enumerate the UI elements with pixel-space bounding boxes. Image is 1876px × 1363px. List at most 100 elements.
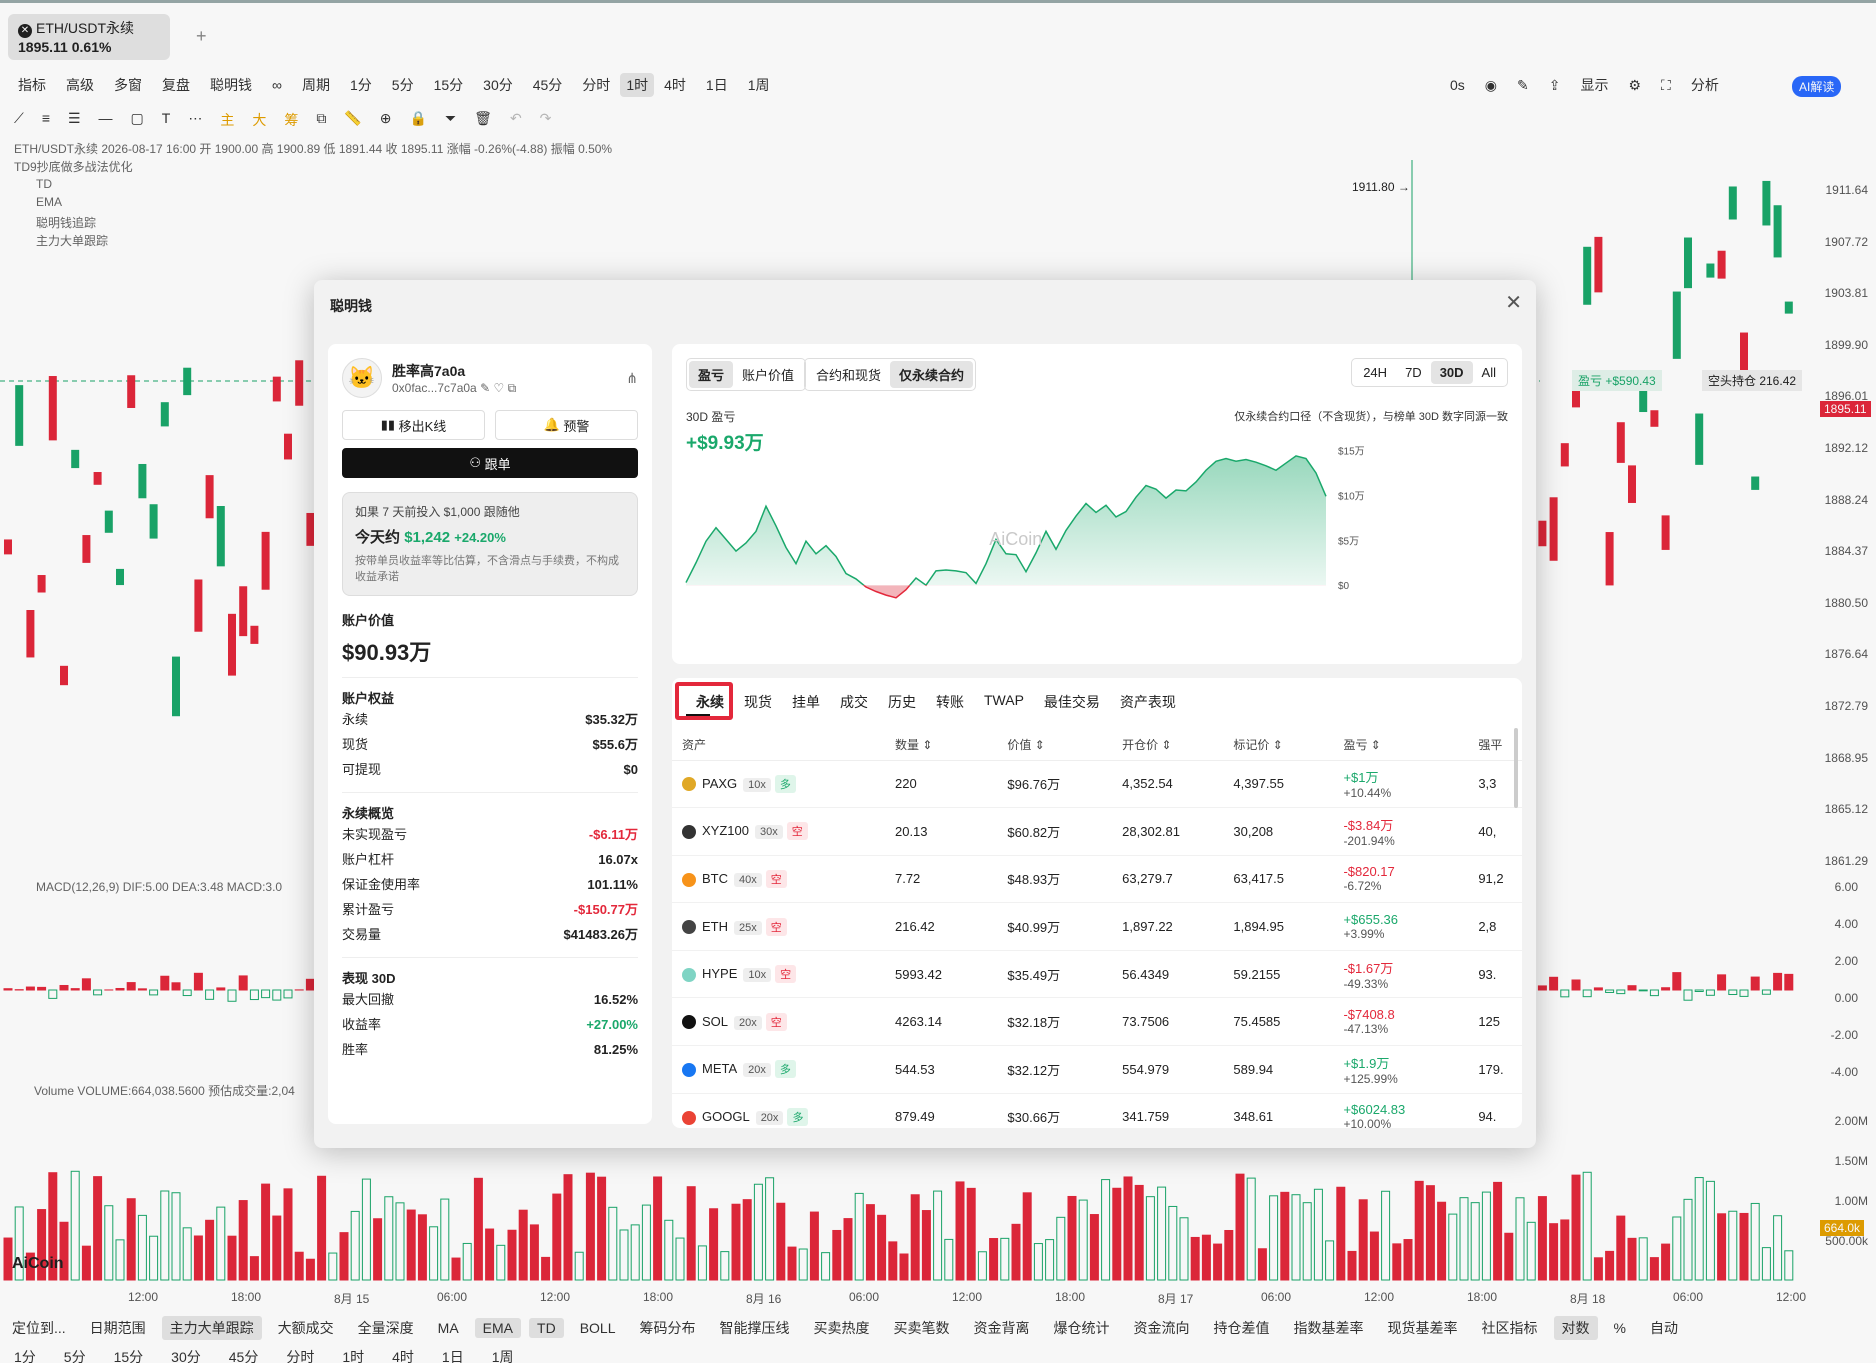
coin-icon: [682, 1062, 696, 1077]
stat-value: $35.32万: [585, 712, 638, 727]
equity-title: 账户权益: [342, 691, 395, 706]
stat-value: +27.00%: [586, 1017, 638, 1032]
copy-simulation-card: 如果 7 天前投入 $1,000 跟随他 今天约 $1,242 +24.20% …: [342, 492, 638, 596]
account-value: $90.93万: [342, 640, 432, 665]
pnl-percent: +10.00%: [1343, 1117, 1392, 1128]
positions-tab[interactable]: 转账: [926, 692, 974, 712]
pnl-amount: -$3.84万: [1343, 817, 1394, 833]
qty-cell: 216.42: [884, 902, 998, 951]
pnl-area-positive: [686, 455, 1326, 586]
positions-tab[interactable]: 最佳交易: [1034, 692, 1110, 712]
trader-profile-panel: 🐱 胜率高7a0a 0x0fac...7c7a0a ✎ ♡ ⧉ ⋔ ▮▮ 移出K…: [328, 344, 652, 1124]
copy-icon[interactable]: ⧉: [508, 381, 517, 395]
remove-kline-button[interactable]: ▮▮ 移出K线: [342, 410, 485, 440]
leverage-badge: 20x: [734, 1015, 762, 1030]
liq-cell: 125: [1468, 997, 1522, 1047]
positions-tab[interactable]: 历史: [878, 692, 926, 712]
mark-cell: 589.94: [1223, 1045, 1334, 1094]
column-header[interactable]: 开仓价 ⇕: [1112, 730, 1224, 761]
entry-cell: 4,352.54: [1112, 760, 1224, 809]
direction-badge: 空: [775, 965, 797, 984]
stat-value: -$6.11万: [588, 827, 638, 842]
tab-perp-only[interactable]: 仅永续合约: [890, 361, 974, 388]
tab-all-contracts[interactable]: 合约和现货: [807, 361, 890, 388]
asset-name: XYZ100: [702, 823, 749, 839]
pnl-amount: +$1万: [1343, 770, 1379, 786]
share-icon[interactable]: ⋔: [626, 370, 638, 387]
range-all[interactable]: All: [1473, 361, 1505, 384]
position-row[interactable]: BTC 40x 空 7.72 $48.93万 63,279.7 63,417.5 -$820.…: [672, 855, 1522, 904]
entry-cell: 28,302.81: [1112, 807, 1224, 856]
follow-button[interactable]: ⚇ 跟单: [342, 448, 638, 478]
column-header[interactable]: 盈亏 ⇕: [1333, 730, 1469, 761]
edit-icon[interactable]: ✎: [480, 381, 490, 395]
stat-row: 交易量 $41483.26万: [342, 922, 638, 947]
range-tabs: 24H 7D 30D All: [1351, 358, 1508, 387]
column-header[interactable]: 价值 ⇕: [997, 730, 1113, 761]
pnl-percent: +10.44%: [1343, 786, 1392, 801]
pnl-percent: +125.99%: [1343, 1071, 1398, 1086]
direction-badge: 空: [786, 822, 808, 841]
direction-badge: 空: [765, 1012, 787, 1031]
qty-cell: 220: [884, 760, 998, 809]
scope-tabs: 合约和现货 仅永续合约: [804, 358, 977, 391]
pnl-amount: +$655.36: [1343, 912, 1399, 928]
stat-label: 交易量: [342, 927, 382, 942]
pnl-chart-card: 盈亏 账户价值 合约和现货 仅永续合约 24H 7D 30D All 30D 盈…: [672, 344, 1522, 664]
position-row[interactable]: XYZ100 30x 空 20.13 $60.82万 28,302.81 30,208 -$3…: [672, 807, 1522, 856]
positions-tab[interactable]: 资产表现: [1110, 692, 1186, 712]
stat-value: 101.11%: [587, 877, 638, 892]
range-7d[interactable]: 7D: [1396, 361, 1431, 384]
stat-row: 永续 $35.32万: [342, 707, 638, 732]
asset-cell: ETH 25x 空: [672, 902, 885, 951]
position-row[interactable]: PAXG 10x 多 220 $96.76万 4,352.54 4,397.55 +$1万 +1…: [672, 760, 1522, 809]
range-30d[interactable]: 30D: [1430, 361, 1473, 384]
asset-name: META: [702, 1061, 738, 1077]
asset-cell: SOL 20x 空: [672, 997, 885, 1047]
stat-row: 现货 $55.6万: [342, 732, 638, 757]
position-row[interactable]: GOOGL 20x 多 879.49 $30.66万 341.759 348.61 +$602…: [672, 1093, 1522, 1128]
alert-button[interactable]: 🔔 预警: [495, 410, 638, 440]
pnl-area-chart[interactable]: $15万 $10万 $5万 $0 AiCoin: [682, 436, 1512, 636]
pnl-y-tick: $10万: [1338, 491, 1365, 502]
heart-icon[interactable]: ♡: [493, 381, 504, 395]
positions-tab[interactable]: 挂单: [782, 692, 830, 712]
stat-row: 保证金使用率 101.11%: [342, 872, 638, 897]
pnl-amount: +$1.9万: [1343, 1055, 1390, 1071]
pnl-percent: +3.99%: [1343, 927, 1385, 942]
stat-value: 81.25%: [593, 1042, 638, 1057]
column-header[interactable]: 资产: [672, 730, 885, 761]
mark-cell: 1,894.95: [1223, 902, 1334, 951]
position-row[interactable]: ETH 25x 空 216.42 $40.99万 1,897.22 1,894.95 +$65…: [672, 902, 1522, 951]
table-scrollbar[interactable]: [1514, 728, 1518, 808]
asset-name: PAXG: [702, 775, 738, 791]
trader-name: 胜率高7a0a: [392, 362, 466, 379]
stat-label: 永续: [342, 712, 369, 727]
value-cell: $96.76万: [997, 760, 1113, 809]
direction-badge: 空: [765, 917, 787, 936]
positions-tab[interactable]: TWAP: [974, 692, 1034, 712]
position-row[interactable]: META 20x 多 544.53 $32.12万 554.979 589.94 +$1.9万…: [672, 1045, 1522, 1094]
asset-cell: HYPE 10x 空: [672, 950, 885, 999]
stat-label: 累计盈亏: [342, 902, 395, 917]
position-row[interactable]: SOL 20x 空 4263.14 $32.18万 73.7506 75.4585 -$740…: [672, 997, 1522, 1047]
stat-value: $41483.26万: [563, 927, 638, 942]
tab-account-value[interactable]: 账户价值: [733, 361, 803, 388]
column-header[interactable]: 数量 ⇕: [884, 730, 998, 761]
account-value-label: 账户价值: [342, 613, 395, 628]
liq-cell: 2,8: [1468, 902, 1522, 951]
perf-title: 表现 30D: [342, 971, 396, 986]
pnl-y-tick: $5万: [1338, 536, 1359, 547]
range-24h[interactable]: 24H: [1354, 361, 1396, 384]
stat-value: $0: [623, 762, 638, 777]
close-icon[interactable]: ✕: [1505, 290, 1522, 315]
stat-row: 可提现 $0: [342, 757, 638, 782]
tab-pnl[interactable]: 盈亏: [689, 361, 734, 388]
positions-tab[interactable]: 现货: [734, 692, 782, 712]
column-header[interactable]: 标记价 ⇕: [1223, 730, 1334, 761]
qty-cell: 544.53: [884, 1045, 998, 1094]
leverage-badge: 20x: [755, 1110, 784, 1125]
stat-label: 账户杠杆: [342, 852, 395, 867]
positions-tab[interactable]: 成交: [830, 692, 878, 712]
position-row[interactable]: HYPE 10x 空 5993.42 $35.49万 56.4349 59.2155 -$1.…: [672, 950, 1522, 999]
